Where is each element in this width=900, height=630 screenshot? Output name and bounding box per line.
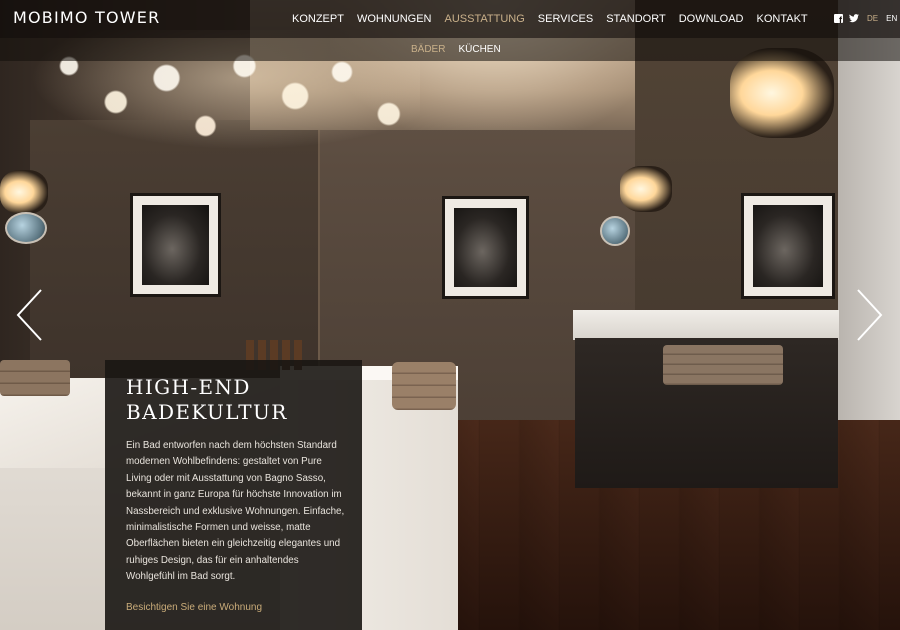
vanity-counter [573, 310, 839, 340]
wall-lamp [0, 170, 48, 214]
nav-item-ausstattung[interactable]: AUSSTATTUNG [445, 13, 525, 25]
framed-photo [130, 193, 221, 297]
nav-item-services[interactable]: SERVICES [538, 13, 593, 25]
site-logo[interactable]: MOBIMO TOWER [13, 8, 160, 27]
language-de[interactable]: DE [867, 14, 878, 23]
language-en[interactable]: EN [886, 14, 897, 23]
chevron-right-icon[interactable] [855, 288, 885, 342]
panel-title: HIGH-END BADEKULTUR [126, 375, 346, 425]
chevron-left-icon[interactable] [15, 288, 45, 342]
nav-item-konzept[interactable]: KONZEPT [292, 13, 344, 25]
subnav-item-baeder[interactable]: BÄDER [411, 44, 445, 55]
nav-item-standort[interactable]: STANDORT [606, 13, 666, 25]
folded-towels [392, 362, 456, 410]
subnav-item-kuechen[interactable]: KÜCHEN [458, 44, 500, 55]
main-navigation: KONZEPT WOHNUNGEN AUSSTATTUNG SERVICES S… [292, 13, 821, 25]
facebook-icon[interactable] [834, 14, 843, 25]
round-mirror [600, 216, 630, 246]
folded-towels [0, 360, 70, 396]
wall-lamp [620, 166, 672, 212]
wall-lamp [730, 48, 834, 138]
panel-title-line-1: HIGH-END [126, 375, 251, 399]
panel-description: Ein Bad entworfen nach dem höchsten Stan… [126, 440, 345, 583]
nav-item-download[interactable]: DOWNLOAD [679, 13, 744, 25]
panel-title-line-2: BADEKULTUR [126, 400, 288, 424]
twitter-icon[interactable] [849, 14, 859, 23]
nav-item-wohnungen[interactable]: WOHNUNGEN [357, 13, 432, 25]
sub-navigation: BÄDER KÜCHEN [411, 44, 514, 55]
round-mirror [5, 212, 47, 244]
framed-photo [741, 193, 835, 299]
social-and-language: DE EN [834, 14, 900, 25]
framed-photo [442, 196, 529, 299]
info-panel: HIGH-END BADEKULTUR Ein Bad entworfen na… [105, 360, 362, 630]
folded-towels [663, 345, 783, 385]
visit-apartment-link[interactable]: Besichtigen Sie eine Wohnung [126, 602, 262, 613]
nav-item-kontakt[interactable]: KONTAKT [757, 13, 808, 25]
